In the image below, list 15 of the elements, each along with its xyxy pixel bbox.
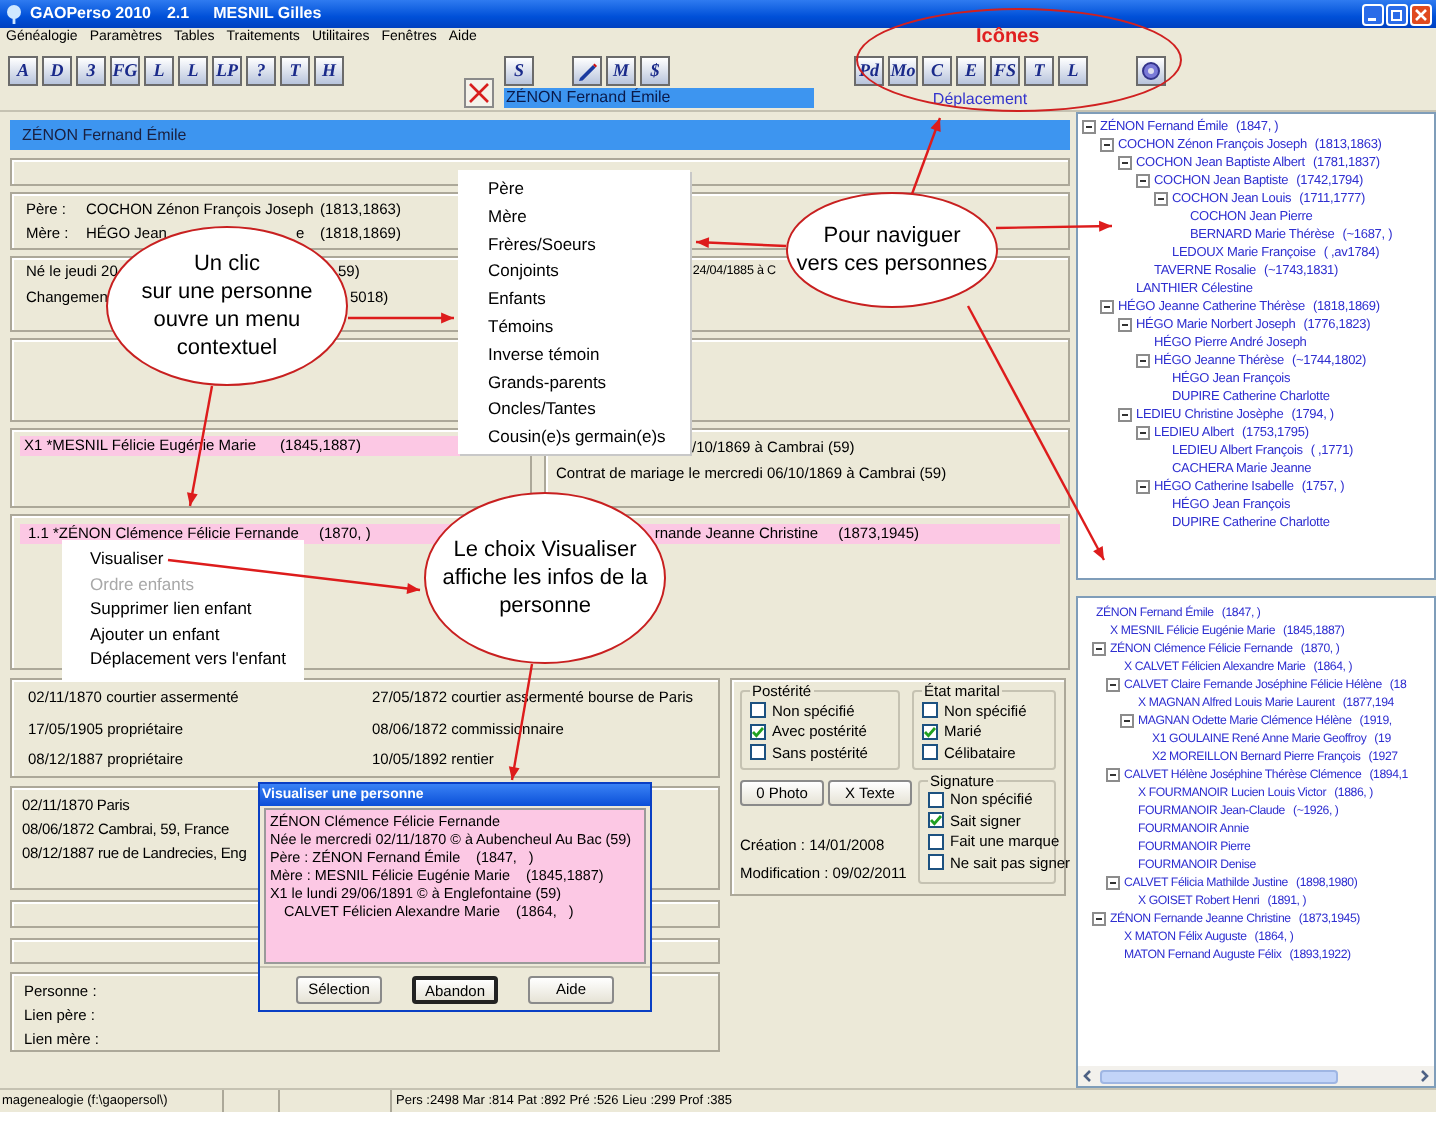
app-title: GAOPerso 2010 <box>30 2 151 26</box>
callout-text: Le choix Visualiser <box>453 536 637 564</box>
callout-text: contextuel <box>176 334 278 362</box>
callout-text: personne <box>499 592 591 620</box>
callout-text: ouvre un menu <box>153 306 301 334</box>
callout-text: sur une personne <box>141 278 313 306</box>
icons-annotation-title: Icônes <box>976 24 1040 52</box>
user-name: MESNIL Gilles <box>213 2 322 26</box>
callout-text: Un clic <box>193 250 260 278</box>
callout-text: Pour naviguer <box>823 222 961 250</box>
callout-text: vers ces personnes <box>796 250 988 278</box>
navigation-caption: Déplacement <box>932 88 1030 112</box>
person-title-bar: ZÉNON Fernand Émile <box>10 120 1070 150</box>
callout-text: affiche les infos de la <box>442 564 648 592</box>
app-version: 2.1 <box>166 2 190 26</box>
